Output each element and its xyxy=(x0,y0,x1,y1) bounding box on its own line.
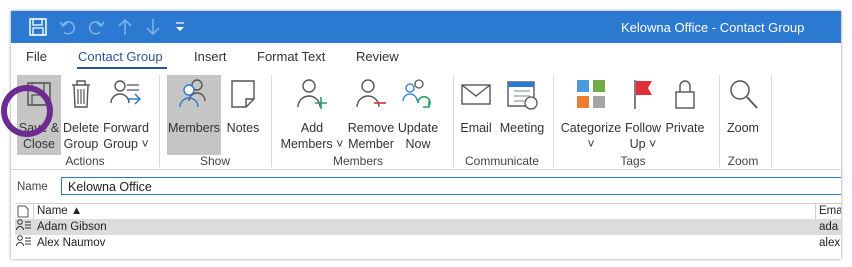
redo-icon[interactable] xyxy=(85,17,107,37)
undo-icon[interactable] xyxy=(57,17,79,37)
ribbon-separator xyxy=(271,75,272,167)
ribbon-separator xyxy=(719,75,720,167)
tab-review[interactable]: Review xyxy=(356,49,399,64)
members-view-button[interactable]: Members xyxy=(167,75,221,155)
remove-member-button[interactable]: Remove Member xyxy=(347,75,395,155)
window-title: Kelowna Office - Contact Group xyxy=(621,20,805,35)
trash-icon xyxy=(72,80,90,108)
down-arrow-icon[interactable] xyxy=(143,17,163,37)
update-members-icon xyxy=(402,79,431,108)
ribbon: Save & Close Delete Group Forward Group … xyxy=(11,69,841,170)
meeting-icon xyxy=(507,81,538,110)
tab-insert[interactable]: Insert xyxy=(194,49,227,64)
ribbon-separator xyxy=(453,75,454,167)
group-label-actions: Actions xyxy=(65,154,105,168)
members-icon xyxy=(179,79,206,108)
zoom-button[interactable]: Zoom xyxy=(723,75,763,155)
magnifier-icon xyxy=(730,80,758,109)
member-name: Alex Naumov xyxy=(37,237,106,249)
notes-icon xyxy=(231,80,255,108)
lock-icon xyxy=(675,80,695,109)
tab-format-text[interactable]: Format Text xyxy=(257,49,325,64)
forward-group-button[interactable]: Forward Group ˅ xyxy=(101,75,151,155)
add-members-button[interactable]: Add Members ˅ xyxy=(277,75,347,155)
table-row[interactable]: Adam Gibson ada xyxy=(15,219,841,235)
annotation-circle xyxy=(1,85,53,137)
column-divider xyxy=(33,204,34,220)
private-button[interactable]: Private xyxy=(663,75,707,155)
meeting-button[interactable]: Meeting xyxy=(497,75,547,155)
categorize-button[interactable]: Categorize ˅ xyxy=(559,75,623,155)
column-header-name[interactable]: Name ▲ xyxy=(37,205,82,217)
follow-up-button[interactable]: Follow Up ˅ xyxy=(623,75,663,155)
ribbon-separator xyxy=(553,75,554,167)
email-button[interactable]: Email xyxy=(457,75,495,155)
column-divider xyxy=(815,204,816,220)
member-email: ada xyxy=(819,221,839,233)
forward-contacts-icon xyxy=(110,80,142,105)
tab-file[interactable]: File xyxy=(26,49,47,64)
ribbon-separator xyxy=(771,75,772,167)
column-header-email[interactable]: Ema xyxy=(819,205,841,217)
name-row: Name Kelowna Office xyxy=(11,175,841,199)
title-bar: Kelowna Office - Contact Group xyxy=(11,11,841,43)
email-icon xyxy=(461,84,491,105)
ribbon-separator xyxy=(159,75,160,167)
member-email: alex xyxy=(819,237,841,249)
group-label-tags: Tags xyxy=(620,154,646,168)
contact-icon xyxy=(16,219,32,236)
customize-qat-icon[interactable] xyxy=(173,17,187,37)
add-member-icon xyxy=(297,79,327,109)
group-label-communicate: Communicate xyxy=(464,154,540,168)
remove-member-icon xyxy=(356,79,386,108)
member-name: Adam Gibson xyxy=(37,221,107,233)
contact-group-window: Kelowna Office - Contact Group File Cont… xyxy=(11,11,841,259)
member-list: Name ▲ Ema Adam Gibson ada Alex Naumov a… xyxy=(15,203,841,259)
delete-group-button[interactable]: Delete Group xyxy=(63,75,99,155)
group-name-input[interactable]: Kelowna Office xyxy=(61,177,841,195)
tab-contact-group[interactable]: Contact Group xyxy=(78,49,163,64)
update-now-button[interactable]: Update Now xyxy=(396,75,440,155)
contact-icon xyxy=(16,235,32,252)
ribbon-tabs: File Contact Group Insert Format Text Re… xyxy=(11,43,841,69)
categorize-icon xyxy=(577,80,605,108)
group-label-zoom: Zoom xyxy=(727,154,759,168)
up-arrow-icon[interactable] xyxy=(115,17,135,37)
flag-icon xyxy=(634,80,652,109)
table-row[interactable]: Alex Naumov alex xyxy=(15,235,841,251)
save-icon[interactable] xyxy=(27,17,49,37)
group-label-show: Show xyxy=(199,154,231,168)
notes-button[interactable]: Notes xyxy=(223,75,263,155)
group-label-members: Members xyxy=(332,154,383,168)
name-label: Name xyxy=(17,181,48,193)
